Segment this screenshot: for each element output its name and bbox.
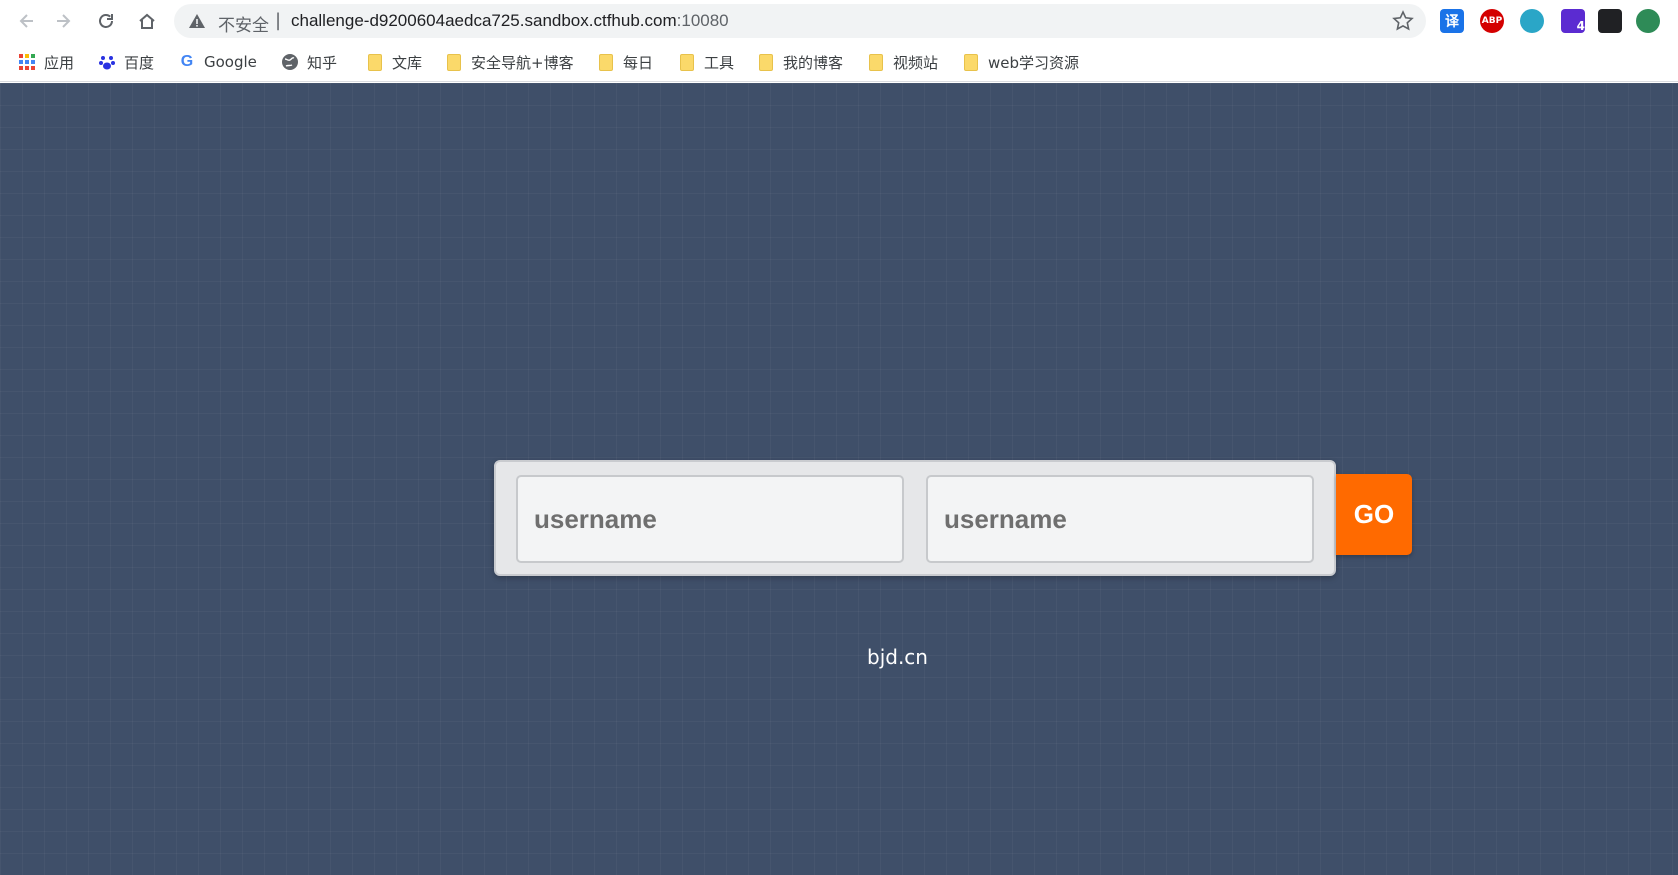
bookmark-label: 每日 — [623, 53, 654, 72]
page-background: GO bjd.cn — [0, 83, 1678, 875]
bookmark-label: 百度 — [124, 53, 155, 72]
address-bar[interactable]: 不安全 | challenge-d9200604aedca725.sandbox… — [174, 4, 1426, 38]
globe-icon — [281, 53, 299, 71]
google-icon: G — [180, 53, 194, 70]
back-button[interactable] — [12, 6, 42, 36]
bookmarks-bar: 应用 百度 G Google 知乎 文库 安全导航+博客 每日 工具 我的博客 视频站 web学习资源 — [0, 42, 1678, 82]
bookmark-item[interactable]: 工具 — [678, 50, 734, 74]
glasses-extension-icon[interactable] — [1598, 9, 1622, 33]
home-icon — [139, 13, 155, 29]
bookmark-label: Google — [204, 53, 257, 71]
globe-extension-icon[interactable] — [1636, 9, 1660, 33]
bookmark-label: 安全导航+博客 — [471, 53, 574, 72]
go-button[interactable]: GO — [1336, 474, 1412, 555]
forward-arrow-icon — [57, 14, 71, 28]
second-username-input[interactable] — [926, 475, 1314, 563]
forward-button[interactable] — [48, 6, 78, 36]
bookmark-label: 文库 — [392, 53, 423, 72]
baidu-icon — [98, 53, 116, 71]
bookmark-item[interactable]: 知乎 — [281, 50, 337, 74]
url-port: :10080 — [676, 11, 729, 30]
username-input[interactable] — [516, 475, 904, 563]
bookmark-item[interactable]: 每日 — [597, 50, 653, 74]
url-text[interactable]: challenge-d9200604aedca725.sandbox.ctfhu… — [291, 11, 729, 31]
bookmark-item[interactable]: 视频站 — [867, 50, 938, 74]
folder-icon — [678, 53, 696, 71]
adblock-plus-icon[interactable]: ABP — [1480, 9, 1504, 33]
back-arrow-icon — [19, 14, 33, 28]
bookmark-label: 应用 — [44, 53, 75, 72]
bookmark-item[interactable]: web学习资源 — [962, 50, 1079, 74]
stack-extension-icon[interactable]: 4 — [1561, 9, 1585, 33]
reload-icon — [99, 14, 113, 28]
bookmark-item[interactable]: G Google — [178, 50, 257, 74]
bookmark-star-icon[interactable] — [1392, 10, 1414, 32]
warning-icon — [189, 14, 205, 28]
url-host: challenge-d9200604aedca725.sandbox.ctfhu… — [291, 11, 677, 30]
bookmark-label: 工具 — [704, 53, 735, 72]
bookmark-item[interactable]: 百度 — [98, 50, 154, 74]
bookmark-item[interactable]: 安全导航+博客 — [445, 50, 574, 74]
apps-grid-icon — [18, 53, 36, 71]
bookmark-item[interactable]: 我的博客 — [757, 50, 843, 74]
bookmark-item[interactable]: 应用 — [18, 50, 74, 74]
browser-toolbar: 不安全 | challenge-d9200604aedca725.sandbox… — [0, 0, 1678, 42]
bookmark-item[interactable]: 文库 — [366, 50, 422, 74]
footer-text: bjd.cn — [867, 645, 928, 669]
folder-icon — [867, 53, 885, 71]
folder-icon — [962, 53, 980, 71]
bookmark-label: web学习资源 — [988, 53, 1080, 72]
translate-extension-icon[interactable]: 译 — [1440, 9, 1464, 33]
folder-icon — [757, 53, 775, 71]
folder-icon — [366, 53, 384, 71]
folder-icon — [445, 53, 463, 71]
circle-extension-icon[interactable] — [1520, 9, 1544, 33]
folder-icon — [597, 53, 615, 71]
security-label[interactable]: 不安全 — [218, 11, 269, 36]
reload-button[interactable] — [91, 6, 121, 36]
bookmark-label: 我的博客 — [783, 53, 844, 72]
address-separator: | — [275, 10, 282, 31]
bookmark-label: 知乎 — [307, 53, 338, 72]
home-button[interactable] — [132, 6, 162, 36]
bookmark-label: 视频站 — [893, 53, 939, 72]
login-panel — [494, 460, 1336, 576]
